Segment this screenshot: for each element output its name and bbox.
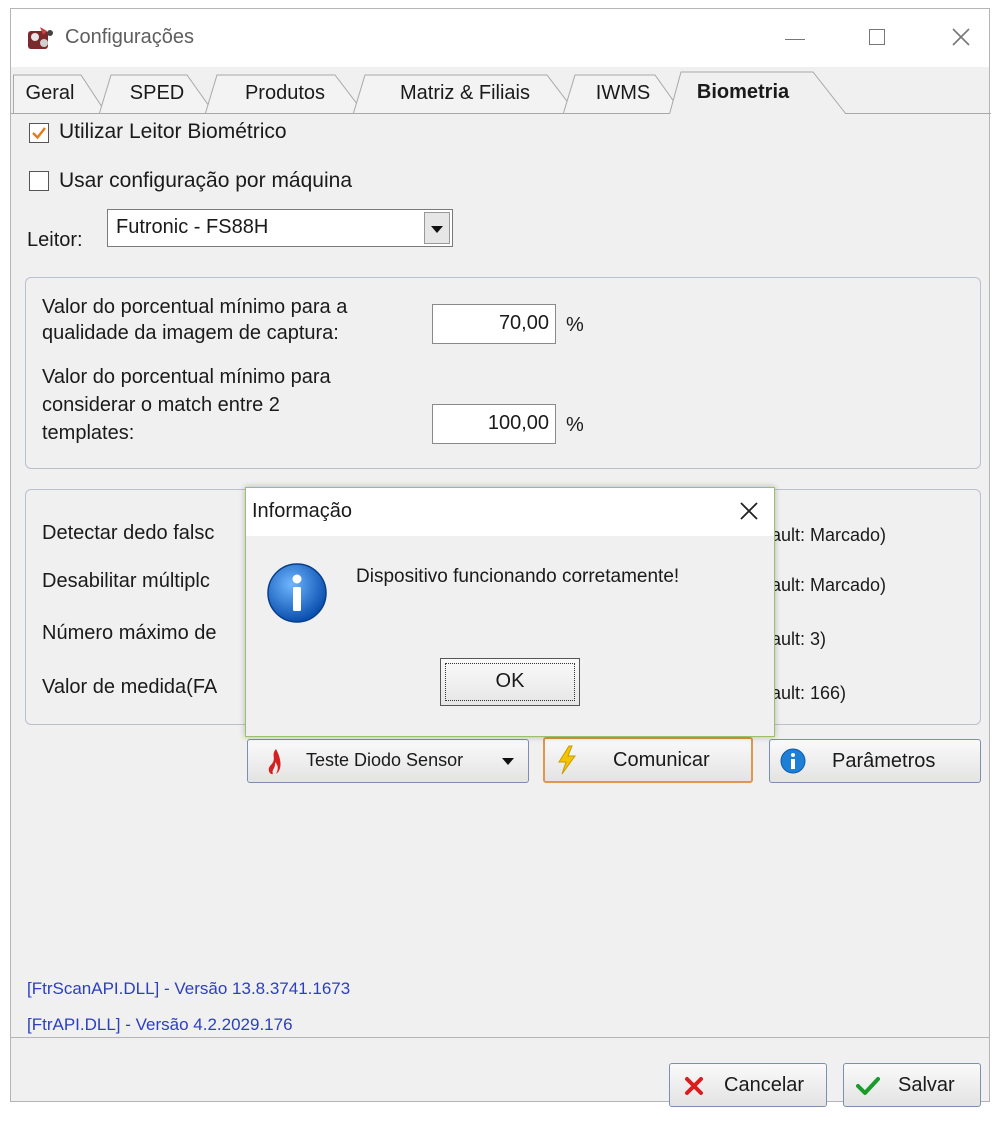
ok-label: OK	[495, 670, 525, 692]
tab-geral[interactable]: Geral	[13, 73, 107, 113]
dialog-close-button[interactable]	[734, 496, 764, 526]
chevron-down-icon[interactable]	[502, 758, 514, 766]
tab-iwms[interactable]: IWMS	[563, 73, 683, 113]
cancel-label: Cancelar	[724, 1074, 805, 1096]
close-button[interactable]	[937, 17, 983, 57]
check-icon	[32, 127, 46, 140]
fake-finger-label: Detectar dedo falsc	[42, 522, 215, 544]
reader-label: Leitor:	[27, 229, 83, 251]
dialog-title: Informação	[252, 500, 353, 522]
tab-divider	[11, 113, 669, 114]
close-icon	[740, 502, 758, 520]
cancel-x-icon	[685, 1077, 703, 1095]
match-label-line3: templates:	[42, 422, 135, 444]
dialog-message: Dispositivo funcionando corretamente!	[356, 566, 680, 587]
maximize-button[interactable]	[853, 17, 899, 57]
reader-select[interactable]: Futronic - FS88H	[107, 209, 453, 247]
tab-sped[interactable]: SPED	[99, 73, 215, 113]
cancel-button[interactable]: Cancelar	[669, 1063, 827, 1107]
chevron-down-icon[interactable]	[424, 212, 450, 244]
per-machine-checkbox[interactable]	[29, 171, 49, 191]
ftr-api-version: [FtrAPI.DLL] - Versão 4.2.2029.176	[27, 1015, 293, 1034]
info-icon	[780, 748, 806, 774]
match-label-line1: Valor do porcentual mínimo para	[42, 366, 331, 388]
app-icon	[28, 27, 53, 49]
ok-button[interactable]: OK	[440, 658, 580, 706]
quality-label-line2: qualidade da imagem de captura:	[42, 322, 339, 344]
close-icon	[952, 28, 970, 46]
parameters-label: Parâmetros	[832, 750, 936, 772]
use-reader-label: Utilizar Leitor Biométrico	[59, 120, 287, 143]
tab-biometria[interactable]: Biometria	[669, 71, 847, 114]
flame-icon	[268, 749, 281, 775]
window-title: Configurações	[65, 26, 194, 48]
save-label: Salvar	[898, 1074, 955, 1096]
title-bar: Configurações	[11, 9, 989, 67]
tab-divider	[845, 113, 991, 114]
quality-unit: %	[566, 314, 584, 336]
reader-select-value: Futronic - FS88H	[116, 216, 269, 238]
thresholds-group: Valor do porcentual mínimo para a qualid…	[25, 277, 981, 469]
test-diode-button[interactable]: Teste Diodo Sensor	[247, 739, 529, 783]
test-diode-label: Teste Diodo Sensor	[306, 750, 464, 770]
minimize-button[interactable]	[771, 17, 817, 57]
tab-produtos[interactable]: Produtos	[205, 73, 365, 113]
max-number-default: fault: 3)	[766, 629, 827, 649]
tab-sped-label: SPED	[129, 81, 185, 104]
quality-label-line1: Valor do porcentual mínimo para a	[42, 296, 348, 318]
parameters-button[interactable]: Parâmetros	[769, 739, 981, 783]
tab-produtos-label: Produtos	[244, 81, 326, 104]
dialog-title-bar: Informação	[246, 488, 774, 536]
match-label-line2: considerar o match entre 2	[42, 394, 280, 416]
multiple-label: Desabilitar múltiplc	[42, 570, 210, 592]
checkmark-icon	[856, 1077, 880, 1095]
footer-divider	[11, 1037, 989, 1038]
info-icon	[267, 563, 327, 623]
configuracoes-window: Configurações Geral SPED Produtos Matriz…	[10, 8, 991, 1107]
fake-finger-default: fault: Marcado)	[766, 525, 887, 545]
measure-label: Valor de medida(FA	[42, 676, 218, 698]
tab-matriz-filiais[interactable]: Matriz & Filiais	[353, 73, 577, 113]
tab-biometria-label: Biometria	[696, 81, 790, 103]
scan-api-version: [FtrScanAPI.DLL] - Versão 13.8.3741.1673	[27, 979, 351, 998]
multiple-default: fault: Marcado)	[766, 575, 887, 595]
max-number-label: Número máximo de	[42, 622, 217, 644]
info-dialog: Informação Dispositivo funcionando corre…	[245, 487, 775, 737]
save-button[interactable]: Salvar	[843, 1063, 981, 1107]
per-machine-label: Usar configuração por máquina	[59, 169, 352, 192]
match-unit: %	[566, 414, 584, 436]
match-input[interactable]: 100,00	[432, 404, 556, 444]
tab-matriz-filiais-label: Matriz & Filiais	[399, 81, 530, 104]
use-reader-checkbox[interactable]	[29, 123, 49, 143]
measure-default: fault: 166)	[766, 683, 847, 703]
tab-iwms-label: IWMS	[595, 81, 651, 104]
quality-input[interactable]: 70,00	[432, 304, 556, 344]
lightning-icon	[558, 745, 576, 775]
tab-geral-label: Geral	[25, 81, 75, 104]
communicate-label: Comunicar	[613, 749, 710, 771]
communicate-button[interactable]: Comunicar	[543, 737, 753, 783]
